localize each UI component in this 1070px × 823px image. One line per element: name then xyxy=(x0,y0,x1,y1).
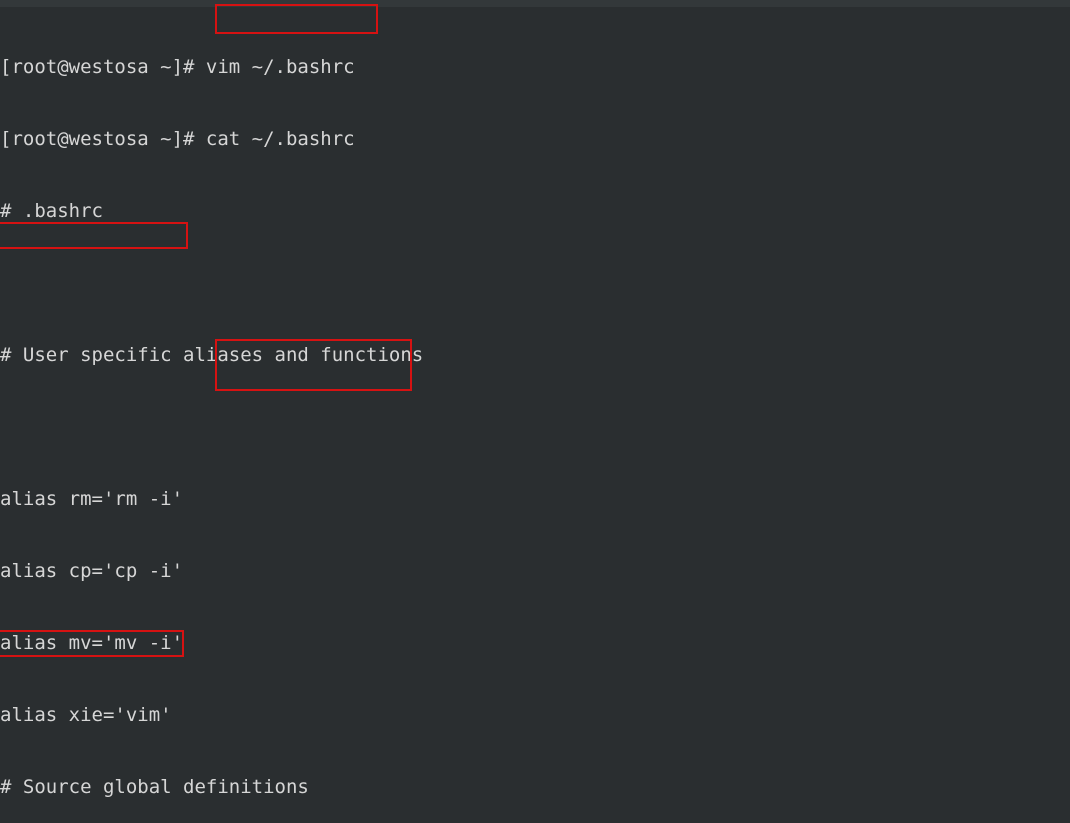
terminal-line: alias rm='rm -i' xyxy=(0,488,184,510)
terminal-screen[interactable]: [root@westosa ~]# vim ~/.bashrc [root@we… xyxy=(0,7,1070,823)
terminal-line: alias cp='cp -i' xyxy=(0,560,184,582)
terminal-line: # User specific aliases and functions xyxy=(0,344,424,366)
window-titlebar-band xyxy=(0,0,1070,7)
terminal-line: # .bashrc xyxy=(0,200,103,222)
terminal-window[interactable]: [root@westosa ~]# vim ~/.bashrc [root@we… xyxy=(0,0,1070,823)
terminal-line: [root@westosa ~]# cat ~/.bashrc xyxy=(0,128,355,150)
terminal-line: alias mv='mv -i' xyxy=(0,632,184,654)
terminal-line: alias xie='vim' xyxy=(0,704,172,726)
terminal-line: [root@westosa ~]# vim ~/.bashrc xyxy=(0,56,355,78)
terminal-line: # Source global definitions xyxy=(0,776,309,798)
